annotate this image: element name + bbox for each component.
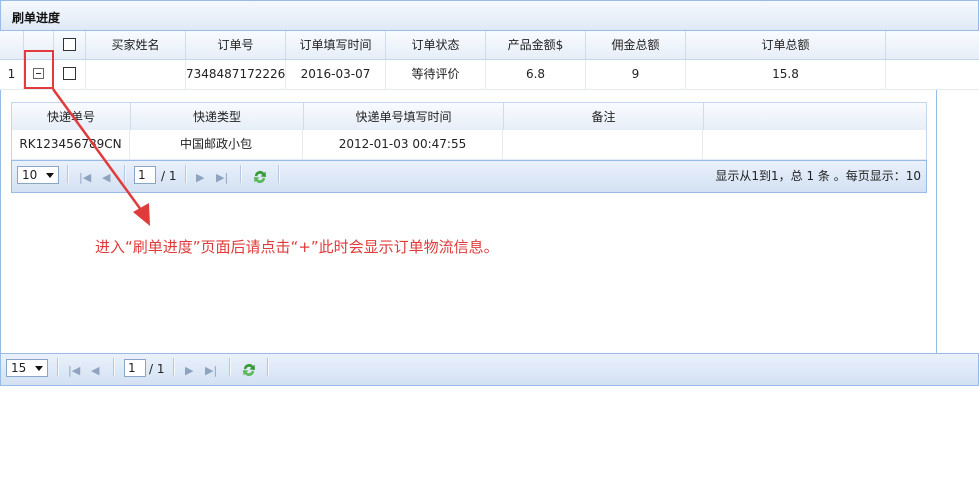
chevron-down-icon xyxy=(35,366,43,371)
prev-page-icon[interactable]: ◀ xyxy=(91,365,99,377)
pager-separator xyxy=(113,358,115,376)
main-total-pages: / 1 xyxy=(149,362,165,376)
annotation-text: 进入“刷单进度”页面后请点击“+”此时会显示订单物流信息。 xyxy=(95,238,499,256)
main-pager: 15 |◀ ◀ 1 / 1 ▶ ▶| xyxy=(0,353,979,386)
main-page-size-select[interactable]: 15 xyxy=(6,359,48,377)
pager-separator xyxy=(267,358,269,376)
last-page-icon[interactable]: ▶| xyxy=(205,365,217,377)
refresh-icon[interactable] xyxy=(241,362,257,378)
pager-separator xyxy=(173,358,175,376)
main-page-input[interactable]: 1 xyxy=(124,359,146,377)
main-page-size-value: 15 xyxy=(11,361,27,375)
first-page-icon[interactable]: |◀ xyxy=(68,365,80,377)
next-page-icon[interactable]: ▶ xyxy=(185,365,193,377)
pager-separator xyxy=(57,358,59,376)
order-progress-panel: 刷单进度 买家姓名 订单号 订单填写时间 订单状态 产品金额$ 佣金总额 订单总… xyxy=(0,0,979,386)
pager-separator xyxy=(229,358,231,376)
